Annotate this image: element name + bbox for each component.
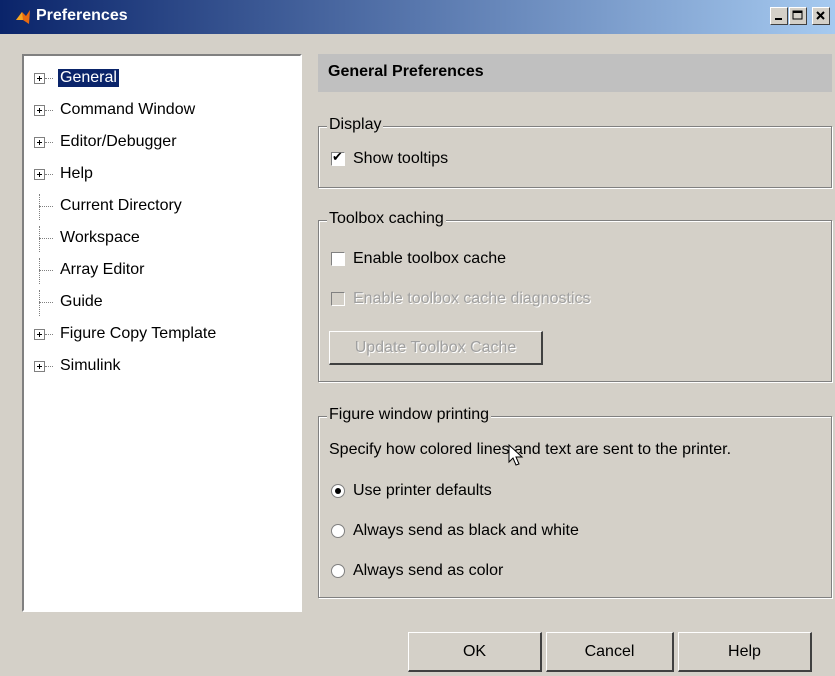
checkbox-checked-icon[interactable] [331, 149, 345, 166]
tree-item-label: Array Editor [60, 261, 145, 278]
tree-item-label: Current Directory [60, 197, 182, 214]
expand-icon[interactable] [34, 105, 45, 116]
checkbox-label: Enable toolbox cache diagnostics [353, 290, 591, 307]
tree-item-label: Workspace [60, 229, 140, 246]
checkbox-label: Show tooltips [353, 150, 449, 167]
panel-header: General Preferences [318, 54, 832, 92]
checkbox-icon [331, 292, 345, 306]
radio-label: Use printer defaults [353, 482, 492, 499]
maximize-icon [792, 10, 803, 20]
radio-selected-icon[interactable] [331, 484, 345, 498]
radio-icon[interactable] [331, 564, 345, 578]
close-button[interactable] [812, 7, 830, 25]
update-toolbox-cache-button: Update Toolbox Cache [329, 331, 543, 365]
preferences-tree[interactable]: General Command Window Editor/Debugger H… [22, 54, 302, 612]
group-legend: Display [327, 116, 384, 134]
display-group: Display Show tooltips [318, 116, 832, 188]
printing-description: Specify how colored lines and text are s… [329, 441, 732, 458]
figure-printing-group: Figure window printing Specify how color… [318, 406, 832, 598]
tree-item-label: Figure Copy Template [60, 325, 217, 342]
radio-label: Always send as black and white [353, 522, 579, 539]
minimize-icon [775, 18, 782, 20]
toolbox-caching-group: Toolbox caching Enable toolbox cache Ena… [318, 210, 832, 382]
ok-button[interactable]: OK [408, 632, 542, 672]
expand-icon[interactable] [34, 169, 45, 180]
expand-icon[interactable] [34, 329, 45, 340]
tree-item-label: General [58, 69, 119, 87]
close-icon [816, 11, 825, 20]
tree-item-label: Guide [60, 293, 103, 310]
minimize-button[interactable] [770, 7, 788, 25]
expand-icon[interactable] [34, 73, 45, 84]
mouse-cursor-icon [508, 444, 524, 466]
help-button[interactable]: Help [678, 632, 812, 672]
tree-item-label: Command Window [60, 101, 196, 118]
matlab-logo-icon [16, 10, 30, 24]
cancel-button[interactable]: Cancel [546, 632, 674, 672]
window-title: Preferences [36, 7, 128, 24]
expand-icon[interactable] [34, 361, 45, 372]
radio-label: Always send as color [353, 562, 504, 579]
tree-item-label: Help [60, 165, 93, 182]
title-bar[interactable]: Preferences [0, 0, 835, 34]
group-legend: Toolbox caching [327, 210, 446, 228]
group-legend: Figure window printing [327, 406, 492, 424]
tree-item-label: Simulink [60, 357, 121, 374]
checkbox-label: Enable toolbox cache [353, 250, 506, 267]
checkbox-icon[interactable] [331, 252, 345, 266]
panel-title: General Preferences [328, 63, 484, 80]
tree-item-label: Editor/Debugger [60, 133, 177, 150]
radio-icon[interactable] [331, 524, 345, 538]
maximize-button[interactable] [789, 7, 807, 25]
expand-icon[interactable] [34, 137, 45, 148]
